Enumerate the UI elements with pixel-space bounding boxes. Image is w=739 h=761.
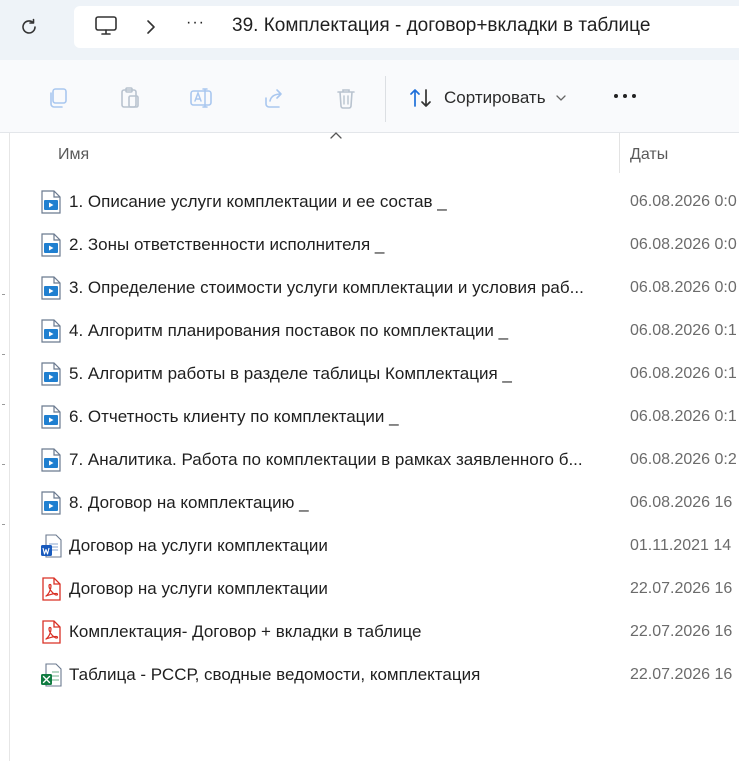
dot-icon: [614, 94, 618, 98]
nav-tick: [2, 354, 5, 355]
refresh-button[interactable]: [14, 12, 44, 42]
share-button[interactable]: [261, 85, 287, 111]
file-date: 06.08.2026 0:0: [630, 236, 737, 253]
file-row[interactable]: Договор на услуги комплектации 22.07.2026…: [10, 568, 739, 611]
word-file-icon: [40, 534, 62, 558]
nav-tick: [2, 524, 5, 525]
sort-button[interactable]: Сортировать: [408, 85, 566, 111]
column-header-date[interactable]: Даты: [630, 146, 668, 164]
file-row[interactable]: 1. Описание услуги комплектации и ее сос…: [10, 181, 739, 224]
rename-button[interactable]: [189, 85, 215, 111]
video-file-icon: [40, 276, 62, 300]
file-row[interactable]: 4. Алгоритм планирования поставок по ком…: [10, 310, 739, 353]
file-row[interactable]: 6. Отчетность клиенту по комплектации _ 0…: [10, 396, 739, 439]
file-name[interactable]: 6. Отчетность клиенту по комплектации _: [69, 407, 607, 427]
toolbar-divider: [385, 76, 386, 122]
file-row[interactable]: 7. Аналитика. Работа по комплектации в р…: [10, 439, 739, 482]
nav-tick: [2, 294, 5, 295]
video-file-icon: [40, 319, 62, 343]
sort-label: Сортировать: [444, 88, 546, 107]
video-file-icon: [40, 190, 62, 214]
hidden-crumbs-button[interactable]: ···: [186, 14, 205, 32]
command-bar: Сортировать: [0, 60, 739, 133]
paste-icon: [121, 87, 139, 108]
rename-icon: [190, 88, 212, 108]
file-date: 06.08.2026 0:2: [630, 451, 737, 468]
file-row[interactable]: 8. Договор на комплектацию _ 06.08.2026 1…: [10, 482, 739, 525]
navigation-pane-edge[interactable]: [0, 133, 10, 761]
see-more-button[interactable]: [614, 94, 636, 98]
trash-icon: [337, 89, 355, 109]
sort-icon: [410, 89, 431, 107]
address-bar: ··· 39. Комплектация - договор+вкладки в…: [0, 0, 739, 60]
video-file-icon: [40, 448, 62, 472]
file-name[interactable]: 3. Определение стоимости услуги комплект…: [69, 278, 607, 298]
share-icon: [265, 89, 282, 108]
video-file-icon: [40, 491, 62, 515]
breadcrumb[interactable]: ··· 39. Комплектация - договор+вкладки в…: [74, 6, 739, 48]
file-date: 22.07.2026 16: [630, 580, 733, 597]
file-name[interactable]: 4. Алгоритм планирования поставок по ком…: [69, 321, 607, 341]
refresh-icon: [22, 18, 36, 34]
video-file-icon: [40, 362, 62, 386]
file-name[interactable]: Комплектация- Договор + вкладки в таблиц…: [69, 622, 607, 642]
dot-icon: [632, 94, 636, 98]
file-date: 06.08.2026 0:0: [630, 279, 737, 296]
copy-button[interactable]: [45, 85, 71, 111]
copy-icon: [50, 88, 67, 108]
file-name[interactable]: 5. Алгоритм работы в разделе таблицы Ком…: [69, 364, 607, 384]
dot-icon: [623, 94, 627, 98]
column-header-name[interactable]: Имя: [58, 146, 89, 164]
file-row[interactable]: 3. Определение стоимости услуги комплект…: [10, 267, 739, 310]
this-pc-icon[interactable]: [94, 15, 118, 37]
file-name[interactable]: 8. Договор на комплектацию _: [69, 493, 607, 513]
file-date: 06.08.2026 0:1: [630, 322, 737, 339]
nav-tick: [2, 464, 5, 465]
file-name[interactable]: Договор на услуги комплектации: [69, 536, 607, 556]
file-name[interactable]: Договор на услуги комплектации: [69, 579, 607, 599]
delete-button[interactable]: [333, 85, 359, 111]
video-file-icon: [40, 233, 62, 257]
chevron-down-icon: [555, 95, 566, 101]
file-name[interactable]: 7. Аналитика. Работа по комплектации в р…: [69, 450, 607, 470]
chevron-right-icon[interactable]: [145, 19, 157, 35]
file-date: 22.07.2026 16: [630, 666, 733, 683]
pdf-file-icon: [40, 620, 62, 644]
file-date: 06.08.2026 0:1: [630, 365, 737, 382]
current-folder-crumb[interactable]: 39. Комплектация - договор+вкладки в таб…: [232, 15, 650, 37]
nav-tick: [2, 404, 5, 405]
file-date: 06.08.2026 0:0: [630, 193, 737, 210]
paste-button[interactable]: [117, 85, 143, 111]
file-date: 22.07.2026 16: [630, 623, 733, 640]
pdf-file-icon: [40, 577, 62, 601]
sort-ascending-icon: [330, 132, 342, 139]
file-name[interactable]: 1. Описание услуги комплектации и ее сос…: [69, 192, 607, 212]
file-date: 01.11.2021 14: [630, 537, 732, 554]
file-list: Имя Даты 1. Описание услуги комплектации…: [10, 132, 739, 761]
file-name[interactable]: Таблица - РССР, сводные ведомости, компл…: [69, 665, 607, 685]
file-row[interactable]: Договор на услуги комплектации 01.11.2021…: [10, 525, 739, 568]
video-file-icon: [40, 405, 62, 429]
column-divider[interactable]: [619, 133, 620, 173]
file-row[interactable]: Таблица - РССР, сводные ведомости, компл…: [10, 654, 739, 697]
file-date: 06.08.2026 0:1: [630, 408, 737, 425]
file-row[interactable]: 2. Зоны ответственности исполнителя _ 06.…: [10, 224, 739, 267]
file-row[interactable]: Комплектация- Договор + вкладки в таблиц…: [10, 611, 739, 654]
file-name[interactable]: 2. Зоны ответственности исполнителя _: [69, 235, 607, 255]
excel-file-icon: [40, 663, 62, 687]
file-row[interactable]: 5. Алгоритм работы в разделе таблицы Ком…: [10, 353, 739, 396]
file-date: 06.08.2026 16: [630, 494, 733, 511]
